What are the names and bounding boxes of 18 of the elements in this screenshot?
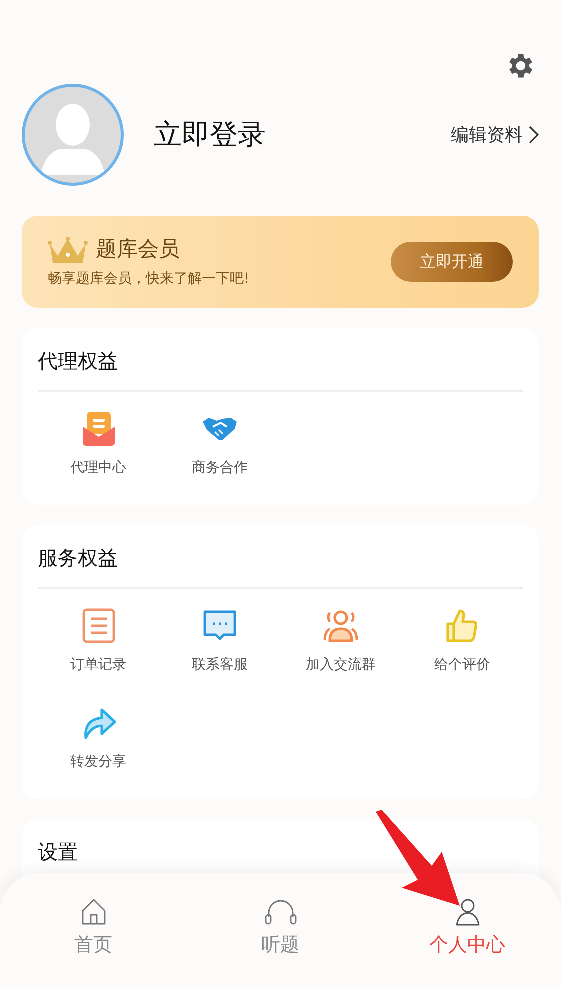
activate-button[interactable]: 立即开通 (391, 242, 513, 282)
menu-item[interactable]: 联系客服 (159, 603, 280, 680)
crown-icon (48, 236, 88, 264)
menu-item[interactable]: 给个评价 (402, 603, 523, 680)
chevron-icon (529, 126, 539, 144)
login-link[interactable]: 立即登录 (154, 114, 451, 156)
section-title: 代理权益 (38, 348, 118, 375)
membership-subtitle: 畅享题库会员，快来了解一下吧! (48, 270, 251, 290)
menu-item[interactable]: 转发分享 (38, 700, 160, 777)
menu-item[interactable]: 商务合作 (159, 406, 280, 483)
menu-item[interactable]: 代理中心 (38, 406, 160, 483)
section-title: 设置 (38, 839, 78, 866)
nav-tab[interactable]: 个人中心 (374, 897, 561, 987)
menu-item[interactable]: 加入交流群 (280, 603, 402, 680)
menu-item[interactable]: 订单记录 (38, 603, 160, 680)
edit-profile-link[interactable]: 编辑资料 (451, 122, 539, 148)
section-title: 服务权益 (38, 545, 118, 572)
membership-title: 题库会员 (96, 236, 180, 263)
